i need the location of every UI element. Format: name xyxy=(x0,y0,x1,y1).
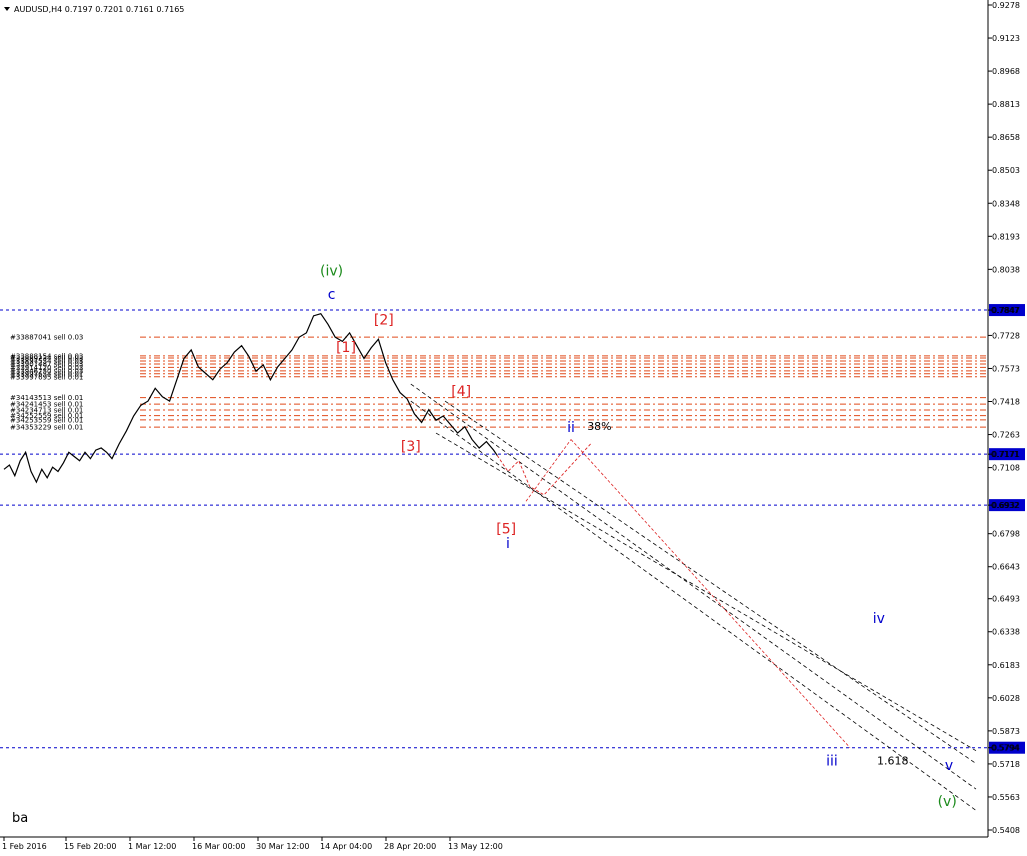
x-tick-label: 13 May 12:00 xyxy=(448,842,503,851)
order-label: #34353229 sell 0.01 xyxy=(10,424,83,432)
y-tick-label: 0.7108 xyxy=(992,464,1020,473)
x-tick-label: 14 Apr 04:00 xyxy=(320,842,372,851)
wave-label: [2] xyxy=(374,312,394,328)
y-tick-label: 0.6798 xyxy=(992,530,1020,539)
y-tick-label: 0.8193 xyxy=(992,232,1020,241)
chart-header: AUDUSD,H4 0.7197 0.7201 0.7161 0.7165 xyxy=(14,5,184,14)
y-tick-label: 0.6183 xyxy=(992,661,1020,670)
x-tick-label: 16 Mar 00:00 xyxy=(192,842,245,851)
y-tick-label: 0.5794 xyxy=(992,744,1020,753)
order-label: #33997695 sell 0.01 xyxy=(10,373,83,381)
wave-label: (v) xyxy=(938,794,957,810)
corner-text: ba xyxy=(12,811,28,826)
wave-label: iii xyxy=(826,754,838,770)
x-tick-label: 15 Feb 20:00 xyxy=(64,842,116,851)
y-tick-label: 0.7418 xyxy=(992,398,1020,407)
y-tick-label: 0.5563 xyxy=(992,793,1020,802)
y-tick-label: 0.8968 xyxy=(992,67,1020,76)
wave-label: c xyxy=(328,287,336,303)
annotation-label: 1.618 xyxy=(877,755,909,768)
plot-area xyxy=(0,0,988,837)
wave-label: [1] xyxy=(336,340,356,356)
y-axis: 0.9278 0.9123 0.8968 0.8813 0.8658 0.8503 0.83… xyxy=(988,1,1020,835)
wave-label: (iv) xyxy=(320,263,343,279)
wave-label: [5] xyxy=(496,521,516,537)
y-tick-label: 0.5408 xyxy=(992,826,1020,835)
y-tick-label: 0.8658 xyxy=(992,133,1020,142)
x-tick-label: 1 Mar 12:00 xyxy=(128,842,176,851)
y-tick-label: 0.7171 xyxy=(992,450,1020,459)
wave-label: iv xyxy=(873,611,885,627)
y-tick-label: 0.8813 xyxy=(992,100,1020,109)
y-tick-label: 0.5873 xyxy=(992,727,1020,736)
y-tick-label: 0.8038 xyxy=(992,265,1020,274)
y-tick-label: 0.6028 xyxy=(992,694,1020,703)
annotation-label: 38% xyxy=(587,420,611,433)
wave-label: [4] xyxy=(451,384,471,400)
y-tick-label: 0.7573 xyxy=(992,364,1020,373)
order-label: #33887041 sell 0.03 xyxy=(10,334,83,342)
y-tick-label: 0.7263 xyxy=(992,431,1020,440)
price-chart[interactable]: #33887041 sell 0.03#33888154 sell 0.03#3… xyxy=(0,0,1027,856)
y-tick-label: 0.6338 xyxy=(992,628,1020,637)
x-tick-label: 28 Apr 20:00 xyxy=(384,842,436,851)
y-tick-label: 0.6932 xyxy=(992,501,1020,510)
y-tick-label: 0.7728 xyxy=(992,331,1020,340)
y-tick-label: 0.7847 xyxy=(992,306,1020,315)
y-tick-label: 0.6643 xyxy=(992,563,1020,572)
x-axis: 1 Feb 2016 15 Feb 20:00 1 Mar 12:00 16 Mar … xyxy=(2,837,503,851)
wave-label: i xyxy=(506,536,510,552)
wave-label: ii xyxy=(567,420,575,436)
y-tick-label: 0.5718 xyxy=(992,760,1020,769)
y-tick-label: 0.9278 xyxy=(992,1,1020,10)
y-tick-label: 0.8348 xyxy=(992,199,1020,208)
wave-label: v xyxy=(945,758,953,774)
y-tick-label: 0.6493 xyxy=(992,595,1020,604)
y-tick-label: 0.9123 xyxy=(992,34,1020,43)
y-tick-label: 0.8503 xyxy=(992,166,1020,175)
x-tick-label: 30 Mar 12:00 xyxy=(256,842,309,851)
wave-label: [3] xyxy=(401,439,421,455)
x-tick-label: 1 Feb 2016 xyxy=(2,842,47,851)
